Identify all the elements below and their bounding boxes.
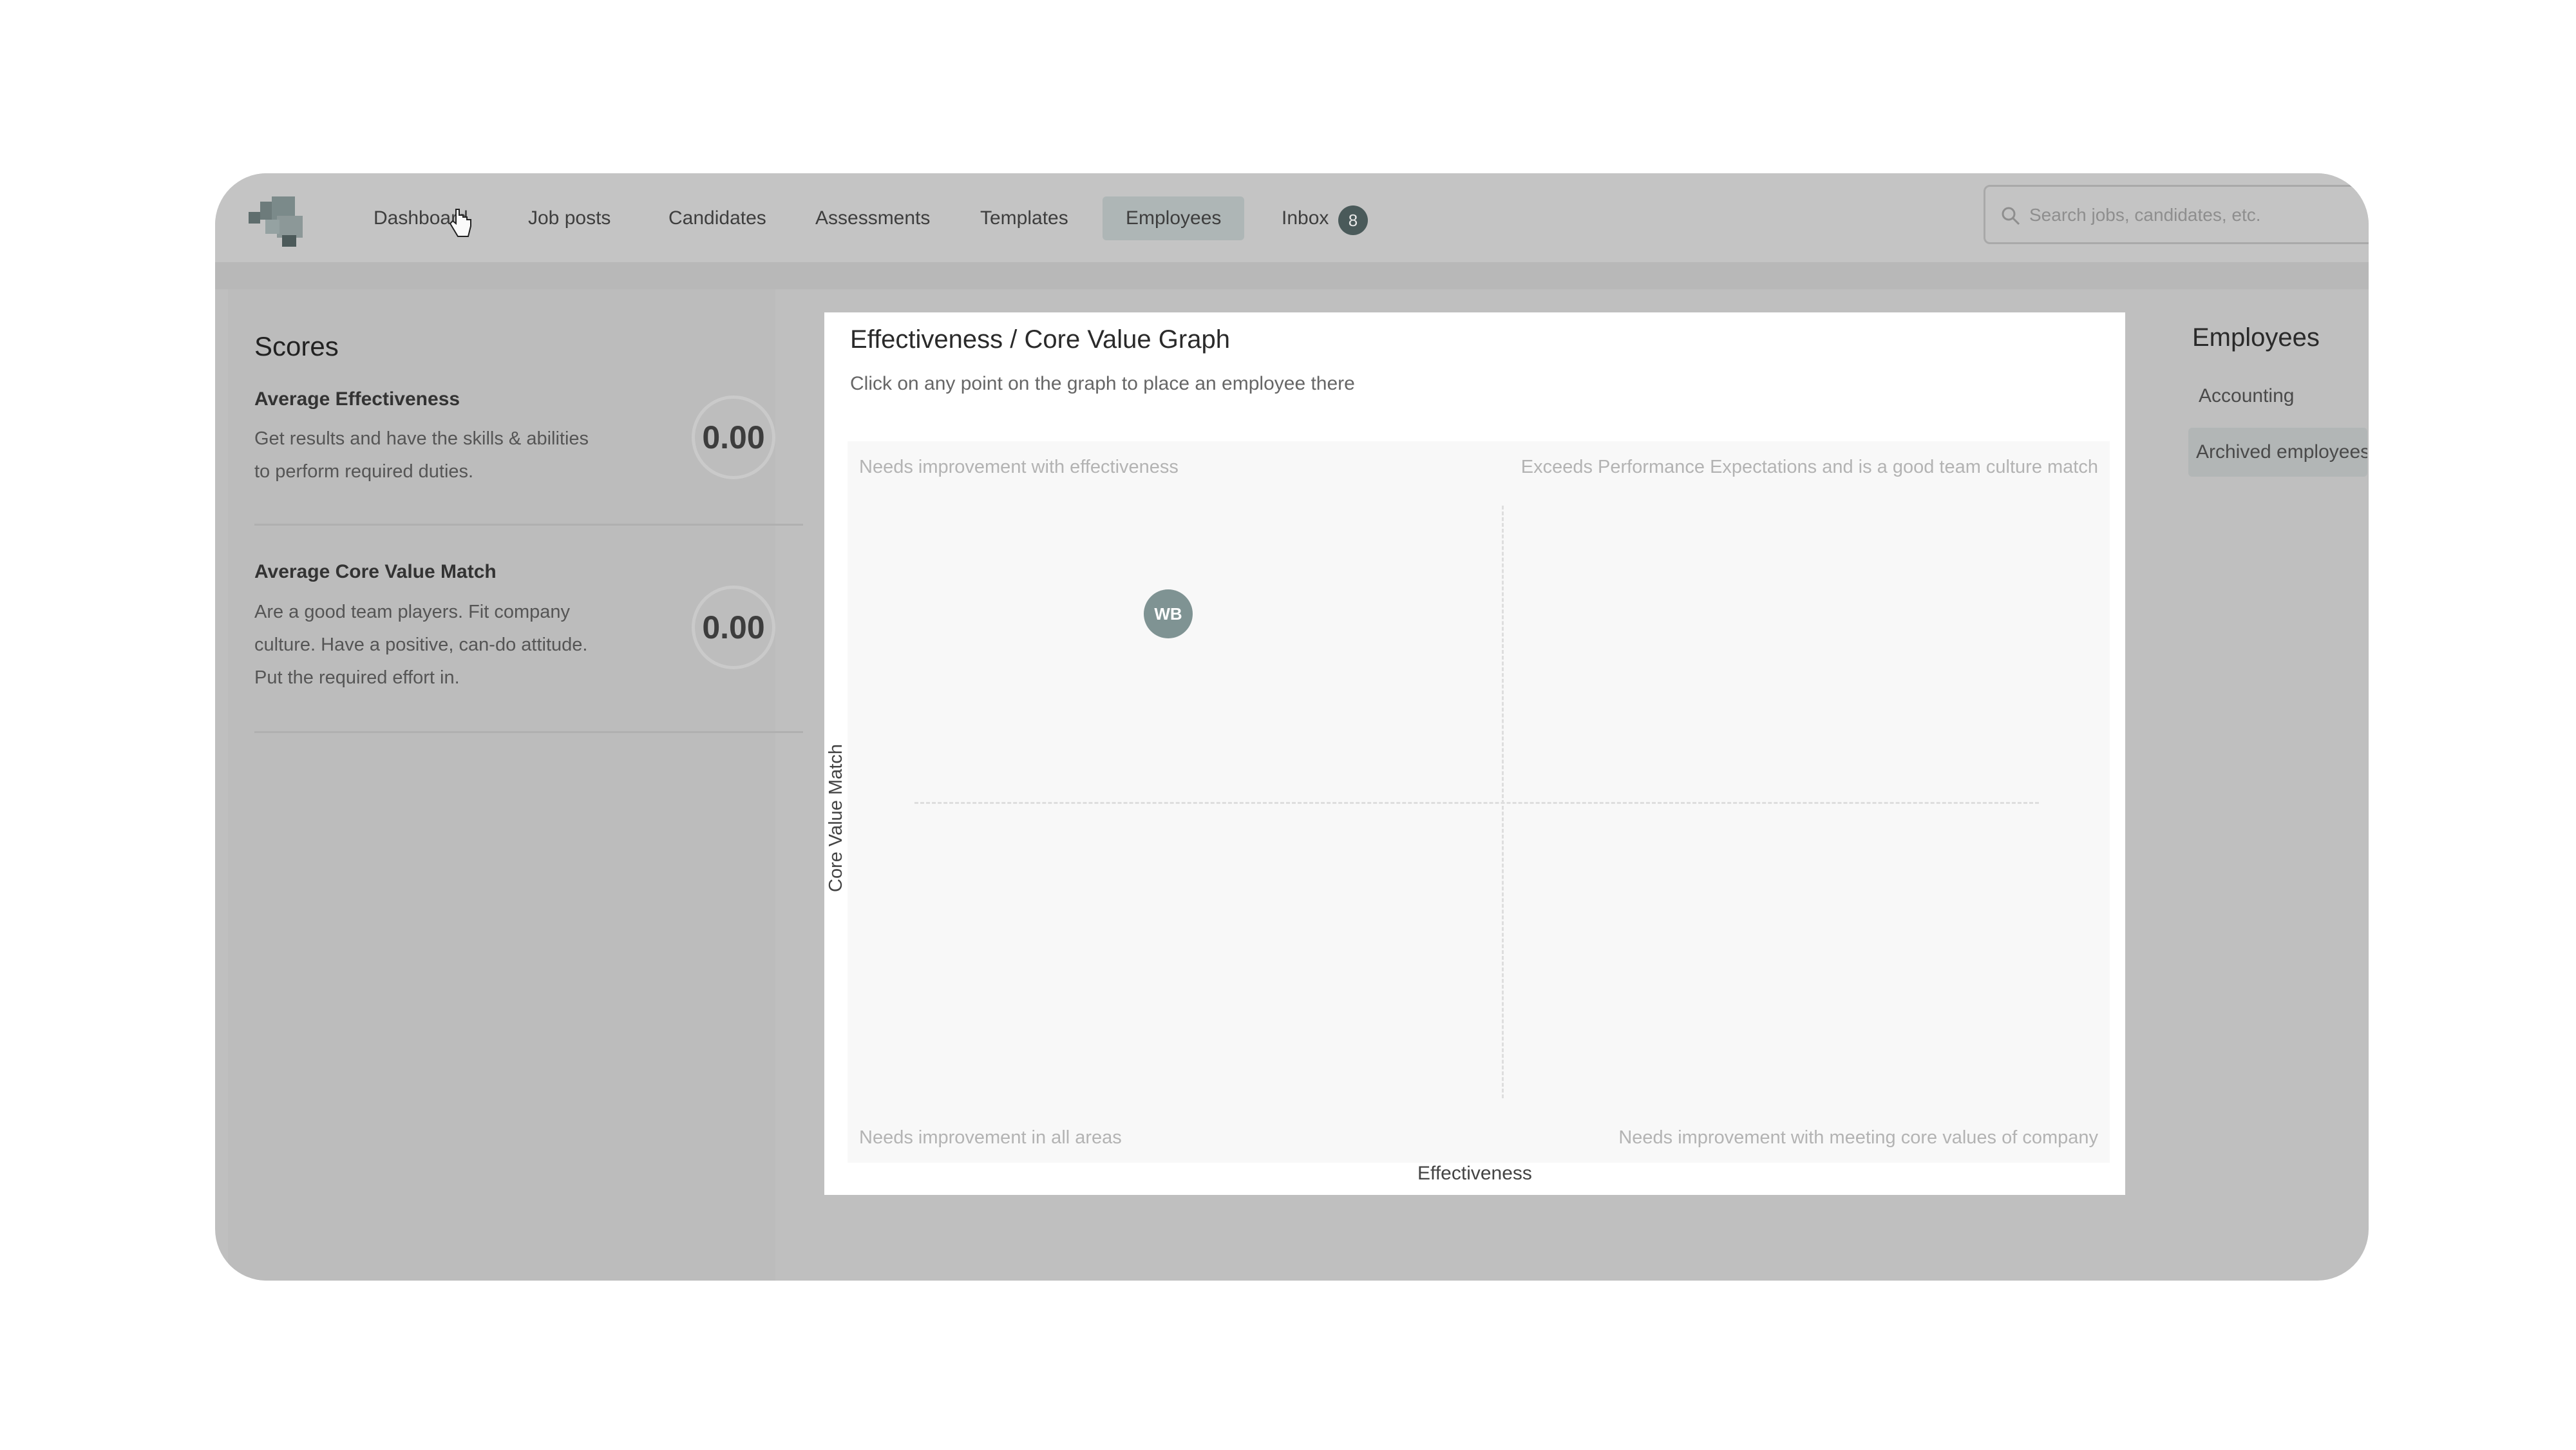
hand-cursor-icon [449,209,471,237]
horizontal-divider-line [914,802,2039,804]
avg-core-value-label: Average Core Value Match [254,561,497,582]
avg-effectiveness-label: Average Effectiveness [254,388,460,410]
search-placeholder: Search jobs, candidates, etc. [2029,205,2261,225]
search-icon [2002,207,2020,225]
graph-subtitle: Click on any point on the graph to place… [850,373,1355,394]
y-axis-label: Core Value Match [826,744,846,892]
employees-title: Employees [2192,323,2320,352]
subheader-strip [215,263,2369,289]
nav-employees[interactable]: Employees [1103,196,1245,240]
nav-templates[interactable]: Templates [980,196,1068,240]
core-value-graph-card: Effectiveness / Core Value Graph Click o… [824,312,2125,1195]
avg-effectiveness-description: Get results and have the skills & abilit… [254,428,589,482]
avg-core-value-description: Are a good team players. Fit company cul… [254,602,588,688]
avg-core-value-score: 0.00 [692,586,775,669]
quadrant-label-bottom-left: Needs improvement in all areas [859,1127,1122,1148]
app-logo-icon[interactable] [246,190,310,248]
employee-point[interactable]: WB [1144,589,1193,638]
x-axis-label: Effectiveness [1417,1163,1532,1184]
search-input[interactable]: Search jobs, candidates, etc. [1984,185,2369,244]
nav-assessments[interactable]: Assessments [815,196,930,240]
scores-divider [254,524,803,526]
quadrant-label-bottom-right: Needs improvement with meeting core valu… [1618,1127,2098,1148]
avg-effectiveness-score: 0.00 [692,396,775,479]
scores-title: Scores [254,331,339,361]
scores-divider [254,731,803,733]
inbox-count-badge: 8 [1338,205,1368,235]
quadrant-label-top-right: Exceeds Performance Expectations and is … [1520,457,2098,477]
nav-job-posts[interactable]: Job posts [528,196,611,240]
employee-group-accounting[interactable]: Accounting [2191,385,2294,407]
nav-inbox[interactable]: Inbox [1282,196,1329,240]
employee-group-archived[interactable]: Archived employees [2188,428,2367,477]
nav-candidates[interactable]: Candidates [668,196,766,240]
graph-title: Effectiveness / Core Value Graph [850,325,1230,354]
graph-plot-area[interactable]: Needs improvement with effectiveness Exc… [848,441,2110,1163]
quadrant-label-top-left: Needs improvement with effectiveness [859,457,1179,477]
top-navigation-bar: Dashboard Job posts Candidates Assessmen… [215,173,2369,263]
